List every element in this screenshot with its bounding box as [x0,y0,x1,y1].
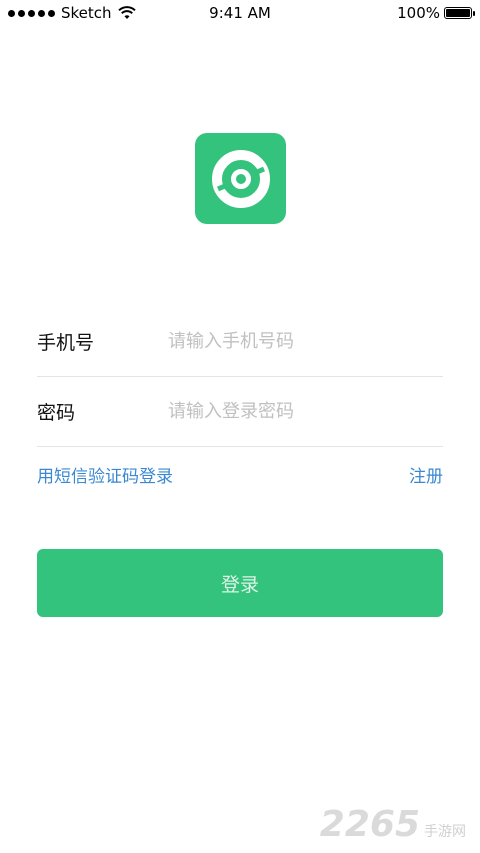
password-input[interactable] [168,394,438,428]
app-logo-icon [195,133,286,224]
watermark-number: 2265 [319,804,420,845]
password-label: 密码 [37,402,76,424]
status-bar: Sketch 9:41 AM 100% [0,0,480,28]
login-button-label: 登录 [220,573,259,596]
sms-login-link[interactable]: 用短信验证码登录 [37,462,173,487]
battery-level [446,9,470,17]
battery-percentage: 100% [397,4,440,22]
links-row: 用短信验证码登录 注册 [37,460,443,488]
login-button[interactable]: 登录 [37,549,443,617]
watermark-text: 手游网 [424,824,466,840]
phone-input[interactable] [168,324,438,358]
phone-label: 手机号 [37,332,95,354]
phone-row: 手机号 [37,306,443,377]
watermark: 2265 手游网 [320,807,466,843]
password-row: 密码 [37,376,443,447]
status-right: 100% [397,4,475,22]
logo-ring-icon [211,149,270,208]
battery-icon [444,7,475,19]
register-link[interactable]: 注册 [409,462,443,487]
